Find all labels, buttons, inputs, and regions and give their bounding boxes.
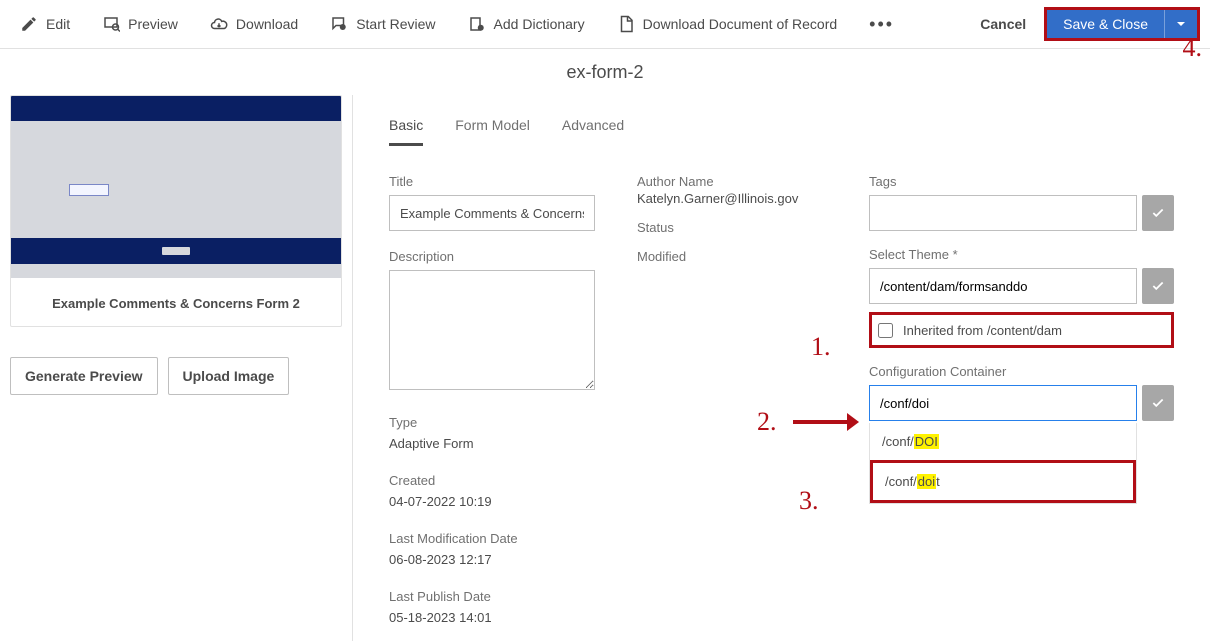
cc-wrap: /conf/DOI /conf/doit: [869, 385, 1174, 421]
tags-label: Tags: [869, 174, 1174, 189]
inherited-checkbox-row: Inherited from /content/dam: [869, 312, 1174, 348]
chevron-down-icon: [1176, 19, 1186, 29]
col-c: Tags Select Theme * 1. Inherited from /c…: [869, 174, 1174, 625]
thumb-band: [11, 238, 341, 264]
cc-label: Configuration Container: [869, 364, 1174, 379]
tags-check-badge[interactable]: [1142, 195, 1174, 231]
annotation-4: 4.: [1183, 33, 1203, 63]
right-column: 4. Basic Form Model Advanced Title Descr…: [353, 95, 1210, 641]
cloud-download-icon: [210, 15, 228, 33]
form-thumbnail: [11, 96, 341, 278]
edit-button[interactable]: Edit: [6, 0, 84, 49]
created-label: Created: [389, 473, 595, 488]
last-mod-label: Last Modification Date: [389, 531, 595, 546]
last-pub-label: Last Publish Date: [389, 589, 595, 604]
author-value: Katelyn.Garner@Illinois.gov: [637, 191, 827, 206]
description-label: Description: [389, 249, 595, 264]
theme-check-badge[interactable]: [1142, 268, 1174, 304]
last-pub-value: 05-18-2023 14:01: [389, 610, 595, 625]
dictionary-icon: [468, 15, 486, 33]
pencil-icon: [20, 15, 38, 33]
upload-image-button[interactable]: Upload Image: [168, 357, 290, 395]
annotation-1: 1.: [811, 332, 831, 362]
download-label: Download: [236, 16, 298, 32]
generate-preview-button[interactable]: Generate Preview: [10, 357, 158, 395]
check-icon: [1151, 206, 1165, 220]
inherited-checkbox[interactable]: [878, 323, 893, 338]
last-mod-value: 06-08-2023 12:17: [389, 552, 595, 567]
title-label: Title: [389, 174, 595, 189]
check-icon: [1151, 396, 1165, 410]
review-icon: [330, 15, 348, 33]
theme-label: Select Theme *: [869, 247, 1174, 262]
cc-check-badge[interactable]: [1142, 385, 1174, 421]
cc-input[interactable]: [869, 385, 1137, 421]
edit-label: Edit: [46, 16, 70, 32]
modified-label: Modified: [637, 249, 827, 264]
add-dictionary-button[interactable]: Add Dictionary: [454, 0, 599, 49]
description-input[interactable]: [389, 270, 595, 390]
cc-option-0[interactable]: /conf/DOI: [870, 423, 1136, 460]
col-a: Title Description Type Adaptive Form Cre…: [389, 174, 595, 625]
preview-icon: [102, 15, 120, 33]
inherited-label: Inherited from /content/dam: [903, 323, 1062, 338]
tab-basic[interactable]: Basic: [389, 117, 423, 146]
save-close-button[interactable]: Save & Close: [1047, 10, 1164, 38]
document-icon: [617, 15, 635, 33]
created-value: 04-07-2022 10:19: [389, 494, 595, 509]
thumb-field: [69, 184, 109, 196]
ellipsis-icon: •••: [869, 14, 894, 35]
thumbnail-buttons: Generate Preview Upload Image: [10, 357, 342, 395]
cancel-button[interactable]: Cancel: [962, 16, 1044, 32]
page-title: ex-form-2: [0, 49, 1210, 95]
property-tabs: Basic Form Model Advanced: [389, 95, 1174, 146]
download-dor-button[interactable]: Download Document of Record: [603, 0, 852, 49]
check-icon: [1151, 279, 1165, 293]
more-actions-button[interactable]: •••: [855, 0, 908, 49]
tab-form-model[interactable]: Form Model: [455, 117, 530, 146]
preview-button[interactable]: Preview: [88, 0, 192, 49]
form-columns: Title Description Type Adaptive Form Cre…: [389, 174, 1174, 625]
cc-option-1[interactable]: /conf/doit: [870, 460, 1136, 503]
page-body: Example Comments & Concerns Form 2 Gener…: [0, 95, 1210, 641]
start-review-label: Start Review: [356, 16, 435, 32]
title-input[interactable]: [389, 195, 595, 231]
preview-label: Preview: [128, 16, 178, 32]
download-dor-label: Download Document of Record: [643, 16, 838, 32]
start-review-button[interactable]: Start Review: [316, 0, 449, 49]
toolbar: Edit Preview Download Start Review Add D…: [0, 0, 1210, 49]
annotation-3: 3.: [799, 486, 819, 516]
left-column: Example Comments & Concerns Form 2 Gener…: [0, 95, 353, 641]
thumbnail-card: Example Comments & Concerns Form 2: [10, 95, 342, 327]
toolbar-left: Edit Preview Download Start Review Add D…: [6, 0, 908, 49]
arrow-icon: [793, 410, 859, 434]
cc-dropdown: /conf/DOI /conf/doit: [869, 423, 1137, 504]
tags-input[interactable]: [869, 195, 1137, 231]
type-label: Type: [389, 415, 595, 430]
save-close-group: Save & Close: [1044, 7, 1200, 41]
thumbnail-title: Example Comments & Concerns Form 2: [11, 278, 341, 326]
col-b: Author Name Katelyn.Garner@Illinois.gov …: [637, 174, 827, 625]
theme-input[interactable]: [869, 268, 1137, 304]
add-dictionary-label: Add Dictionary: [494, 16, 585, 32]
author-label: Author Name: [637, 174, 827, 189]
annotation-2: 2.: [757, 407, 777, 437]
download-button[interactable]: Download: [196, 0, 312, 49]
type-value: Adaptive Form: [389, 436, 595, 451]
status-label: Status: [637, 220, 827, 235]
tab-advanced[interactable]: Advanced: [562, 117, 624, 146]
